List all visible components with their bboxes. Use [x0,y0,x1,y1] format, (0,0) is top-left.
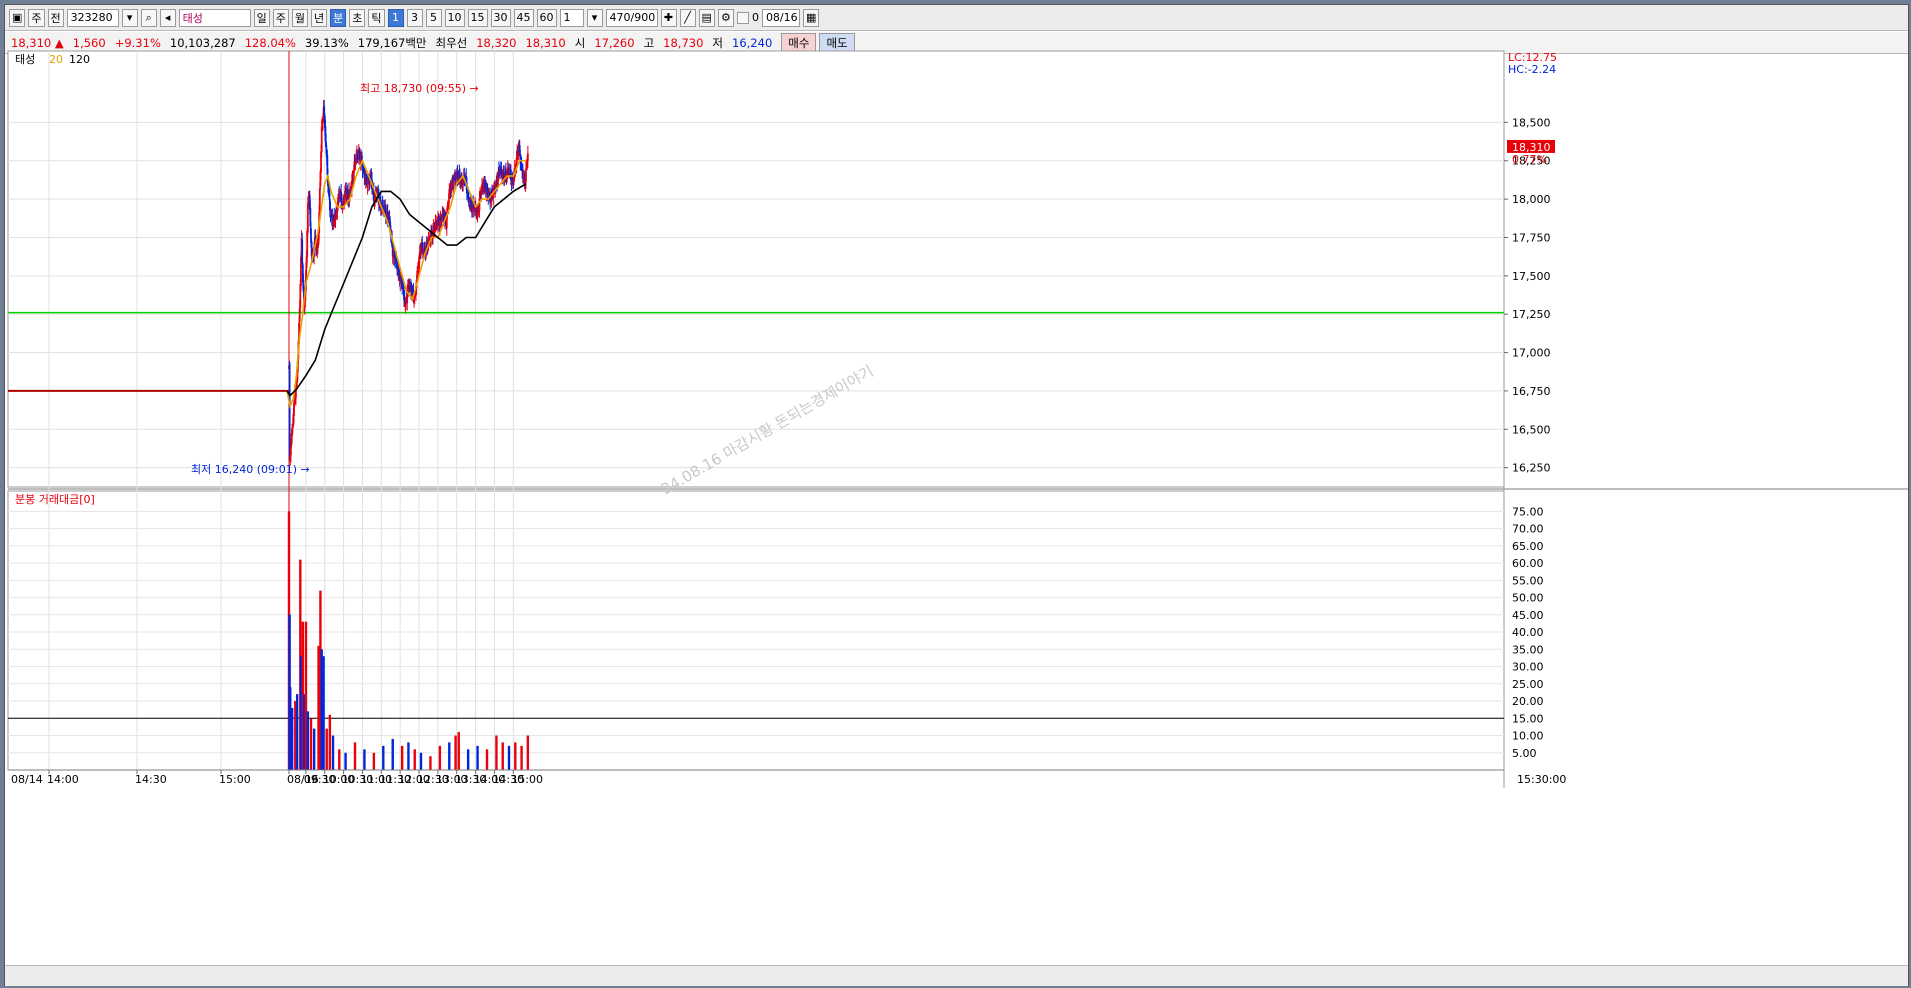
volume-tick-label: 65.00 [1512,540,1544,553]
volume-tick-label: 50.00 [1512,592,1544,605]
time-label-2: 14:30 [135,773,167,786]
volume-bar [407,742,410,770]
price-tick-label: 17,500 [1512,270,1551,283]
candle-body [320,126,323,153]
volume-tick-label: 60.00 [1512,557,1544,570]
volume-bar [466,749,470,770]
volume-bar [328,714,332,770]
volume-bar [457,732,460,770]
price-tick-label: 16,750 [1512,385,1551,398]
price-tick-label: 17,750 [1512,231,1551,244]
volume-bar [419,752,423,770]
volume-legend: 분봉 거래대금[0] [15,493,95,506]
volume-bar [363,749,366,770]
candle-body [289,446,292,456]
volume-bar [290,707,294,770]
ma20-legend: 20 [49,53,63,66]
volume-bar [400,745,404,770]
volume-tick-label: 35.00 [1512,643,1544,656]
price-tick-label: 16,250 [1512,462,1551,475]
volume-panel [7,490,1505,771]
current-pct-tag: 0.77% [1512,153,1547,166]
time-label-3: 15:00 [219,773,251,786]
hc-label: HC:-2.24 [1508,63,1556,76]
volume-tick-label: 55.00 [1512,574,1544,587]
volume-bar [322,656,325,770]
price-tick-label: 18,500 [1512,116,1551,129]
volume-bar [382,745,385,770]
volume-bar [495,735,498,770]
low-annotation: 최저 16,240 (09:01) → [191,463,310,476]
volume-bar [325,728,328,770]
volume-bar [520,745,523,770]
volume-tick-label: 70.00 [1512,523,1544,536]
price-legend-name: 태성 [15,53,35,66]
volume-bar [501,742,504,770]
time-label-1: 14:00 [47,773,79,786]
volume-bar [338,749,341,770]
volume-bar [526,735,530,770]
volume-tick-label: 25.00 [1512,678,1544,691]
volume-bar [454,735,457,770]
price-tick-label: 16,500 [1512,423,1551,436]
time-label-0: 08/14 [11,773,43,786]
candle-body [526,153,529,161]
volume-tick-label: 75.00 [1512,505,1544,518]
price-tick-label: 18,000 [1512,193,1551,206]
candle-body [288,363,291,458]
volume-tick-label: 40.00 [1512,626,1544,639]
candle-body [525,168,527,182]
ma120-legend: 120 [69,53,90,66]
volume-tick-label: 45.00 [1512,609,1544,622]
volume-bar [448,742,451,770]
horizontal-scrollbar[interactable] [5,965,1908,986]
volume-tick-label: 10.00 [1512,730,1544,743]
time-label-16: 15:00 [511,773,543,786]
volume-tick-label: 15.00 [1512,712,1544,725]
price-tick-label: 17,250 [1512,308,1551,321]
volume-tick-label: 5.00 [1512,747,1537,760]
volume-bar [485,749,489,770]
price-tick-label: 17,000 [1512,347,1551,360]
volume-bar [353,742,357,770]
chart-area[interactable]: 08/14 14:00 14:30 15:00 08/1609:3010:0010:30… [5,5,1908,985]
volume-bar [476,745,479,770]
volume-bar [344,752,347,770]
volume-bar [331,735,335,770]
volume-tick-label: 20.00 [1512,695,1544,708]
volume-bar [391,738,394,770]
candle-body [301,239,304,265]
volume-bar [413,749,416,770]
volume-tick-label: 30.00 [1512,661,1544,674]
candle-body [440,220,443,223]
volume-bar [309,718,313,770]
time-label-17: 15:30:00 [1517,773,1566,786]
volume-bar [514,742,517,770]
volume-bar [507,745,511,770]
volume-bar [306,711,310,770]
volume-bar [295,694,299,770]
candle-body [323,106,326,114]
volume-bar [372,752,376,770]
volume-bar [312,728,316,770]
price-panel [7,50,1505,488]
volume-bar [429,756,432,770]
high-annotation: 최고 18,730 (09:55) → [360,82,479,95]
chart-window: ▣ 주 전 323280 ▾ ⌕ ◂ 태성 일 주 월 년 분 초 틱 1 3 … [4,4,1909,986]
volume-bar [438,745,442,770]
